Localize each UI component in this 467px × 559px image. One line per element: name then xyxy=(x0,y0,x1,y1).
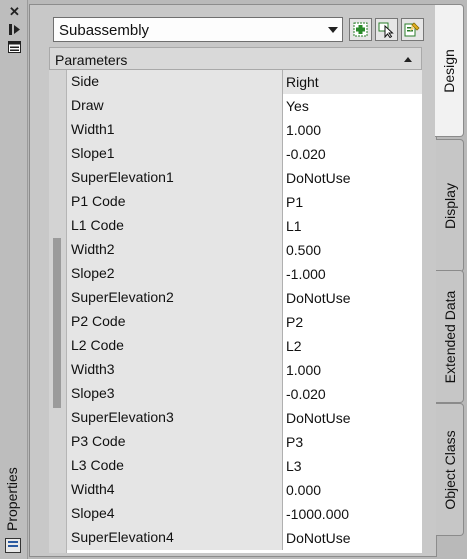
object-type-value: Subassembly xyxy=(59,22,150,39)
parameter-value[interactable]: P1 xyxy=(283,190,422,214)
parameter-name: Draw xyxy=(67,94,283,118)
parameter-name: Slope3 xyxy=(67,382,283,406)
parameter-value[interactable]: 0.000 xyxy=(283,478,422,502)
tab-design-label: Design xyxy=(441,48,457,93)
parameter-value[interactable]: 1.000 xyxy=(283,118,422,142)
parameter-value[interactable]: 0.500 xyxy=(283,238,422,262)
parameter-value[interactable]: -1.000 xyxy=(283,262,422,286)
parameter-row[interactable]: Slope3 -0.020 xyxy=(67,382,422,406)
parameter-value[interactable]: DoNotUse xyxy=(283,406,422,430)
parameter-row[interactable]: SuperElevation3 DoNotUse xyxy=(67,406,422,430)
palette-title: Properties xyxy=(4,467,20,531)
parameter-name: Slope2 xyxy=(67,262,283,286)
palette-title-bar: ✕ Properties xyxy=(0,0,28,559)
palette-settings-icon[interactable] xyxy=(5,538,21,553)
object-type-dropdown[interactable]: Subassembly xyxy=(53,17,343,42)
parameter-name: Side xyxy=(67,70,283,94)
add-to-selection-button[interactable] xyxy=(349,18,372,41)
parameter-name: Width3 xyxy=(67,358,283,382)
toggle-pickadd-icon xyxy=(404,22,420,37)
parameter-row[interactable]: Side Right xyxy=(67,70,422,94)
parameter-name: P2 Code xyxy=(67,310,283,334)
parameters-category-label: Parameters xyxy=(55,52,128,68)
parameter-row[interactable]: L2 Code L2 xyxy=(67,334,422,358)
parameter-value[interactable]: DoNotUse xyxy=(283,166,422,190)
parameters-category-header[interactable]: Parameters xyxy=(49,47,422,70)
parameters-grid: Parameters Side Right Draw Yes Width1 1.000 Sl… xyxy=(49,47,422,553)
parameter-name: SuperElevation3 xyxy=(67,406,283,430)
parameter-row[interactable]: P1 Code P1 xyxy=(67,190,422,214)
parameter-row[interactable]: Slope4 -1000.000 xyxy=(67,502,422,526)
palette-tab-strip: Design Display Extended Data Object Clas… xyxy=(435,4,464,557)
properties-menu-icon[interactable] xyxy=(7,40,22,54)
parameter-row[interactable]: Draw Yes xyxy=(67,94,422,118)
collapse-icon[interactable] xyxy=(404,57,412,62)
parameter-name: Width1 xyxy=(67,118,283,142)
parameter-rows: Side Right Draw Yes Width1 1.000 Slope1 -0.020 S… xyxy=(67,70,422,550)
parameter-value[interactable]: L2 xyxy=(283,334,422,358)
tab-extended-data-label: Extended Data xyxy=(441,290,458,383)
parameter-name: Width4 xyxy=(67,478,283,502)
parameter-row[interactable]: Slope2 -1.000 xyxy=(67,262,422,286)
parameter-row[interactable]: Width4 0.000 xyxy=(67,478,422,502)
parameter-name: L2 Code xyxy=(67,334,283,358)
parameter-row[interactable]: SuperElevation4 DoNotUse xyxy=(67,526,422,550)
parameter-value[interactable]: -0.020 xyxy=(283,142,422,166)
parameter-value[interactable]: P2 xyxy=(283,310,422,334)
parameter-name: Slope4 xyxy=(67,502,283,526)
parameter-name: SuperElevation4 xyxy=(67,526,283,550)
parameter-row[interactable]: Slope1 -0.020 xyxy=(67,142,422,166)
parameter-row[interactable]: SuperElevation1 DoNotUse xyxy=(67,166,422,190)
parameter-row[interactable]: P2 Code P2 xyxy=(67,310,422,334)
parameter-row[interactable]: Width1 1.000 xyxy=(67,118,422,142)
quick-select-button[interactable] xyxy=(375,18,398,41)
parameter-value[interactable]: Right xyxy=(283,70,422,94)
parameter-row[interactable]: L3 Code L3 xyxy=(67,454,422,478)
quick-select-icon xyxy=(378,22,394,38)
parameter-row[interactable]: L1 Code L1 xyxy=(67,214,422,238)
parameter-name: P3 Code xyxy=(67,430,283,454)
parameter-name: P1 Code xyxy=(67,190,283,214)
parameter-row[interactable]: Width2 0.500 xyxy=(67,238,422,262)
tab-object-class[interactable]: Object Class xyxy=(436,403,464,536)
tab-display[interactable]: Display xyxy=(436,139,464,272)
parameter-name: Slope1 xyxy=(67,142,283,166)
tab-object-class-label: Object Class xyxy=(441,429,458,510)
toolbar: Subassembly xyxy=(53,17,453,43)
parameter-value[interactable]: L1 xyxy=(283,214,422,238)
scrollbar-thumb[interactable] xyxy=(53,238,61,408)
parameter-value[interactable]: DoNotUse xyxy=(283,286,422,310)
add-to-selection-icon xyxy=(353,22,368,37)
tab-extended-data[interactable]: Extended Data xyxy=(436,270,464,403)
parameter-value[interactable]: DoNotUse xyxy=(283,526,422,550)
parameter-row[interactable]: P3 Code P3 xyxy=(67,430,422,454)
parameter-row[interactable]: SuperElevation2 DoNotUse xyxy=(67,286,422,310)
parameter-name: Width2 xyxy=(67,238,283,262)
vertical-scrollbar[interactable] xyxy=(49,70,67,553)
parameter-value[interactable]: P3 xyxy=(283,430,422,454)
parameter-value[interactable]: 1.000 xyxy=(283,358,422,382)
parameter-value[interactable]: -0.020 xyxy=(283,382,422,406)
parameter-value[interactable]: Yes xyxy=(283,94,422,118)
close-icon[interactable]: ✕ xyxy=(7,4,22,18)
tab-design[interactable]: Design xyxy=(435,4,464,137)
chevron-down-icon xyxy=(328,27,338,33)
parameter-value[interactable]: -1000.000 xyxy=(283,502,422,526)
parameter-name: L1 Code xyxy=(67,214,283,238)
parameter-name: SuperElevation1 xyxy=(67,166,283,190)
parameter-name: SuperElevation2 xyxy=(67,286,283,310)
auto-hide-icon[interactable] xyxy=(7,22,22,36)
parameter-name: L3 Code xyxy=(67,454,283,478)
parameter-value[interactable]: L3 xyxy=(283,454,422,478)
toggle-pickadd-button[interactable] xyxy=(401,18,424,41)
tab-display-label: Display xyxy=(441,182,458,229)
parameter-row[interactable]: Width3 1.000 xyxy=(67,358,422,382)
